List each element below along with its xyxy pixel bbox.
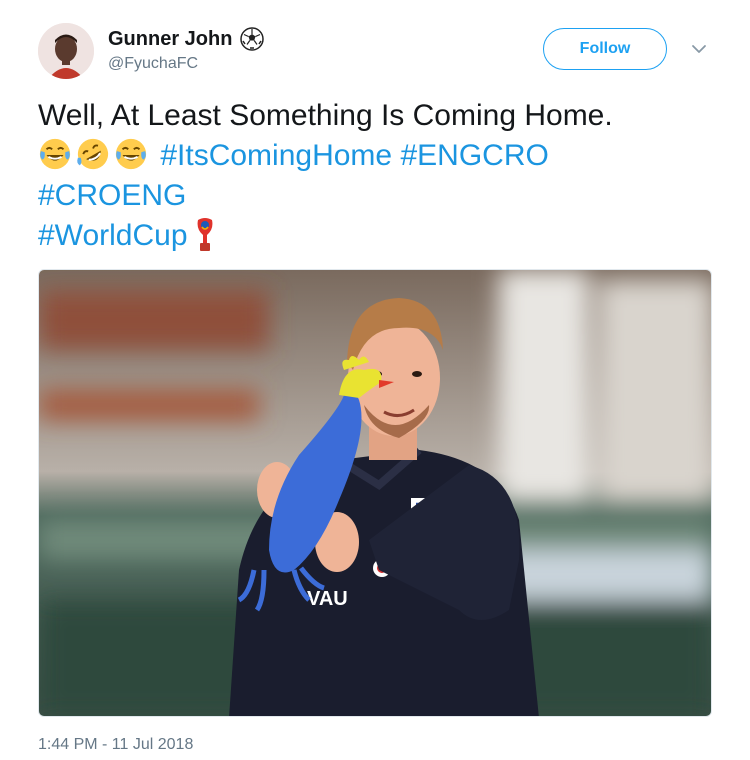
- follow-button[interactable]: Follow: [543, 28, 667, 70]
- tweet-body-text: Well, At Least Something Is Coming Home.: [38, 99, 613, 132]
- trophy-icon: [197, 218, 212, 251]
- jersey-sponsor-text: VAU: [307, 588, 348, 610]
- user-handle[interactable]: @FyuchaFC: [108, 55, 198, 73]
- user-display-name[interactable]: Gunner John: [108, 27, 265, 51]
- hashtag-croeng[interactable]: #CROENG: [38, 179, 186, 212]
- tweet-line-4: #WorldCup: [38, 216, 718, 256]
- tweet-media-photo[interactable]: VAU: [38, 269, 712, 717]
- tweet-line-2: #ItsComingHome #ENGCRO: [38, 136, 718, 176]
- tweet-text: Well, At Least Something Is Coming Home.: [38, 96, 718, 256]
- hashtag-worldcup[interactable]: #WorldCup: [38, 219, 188, 252]
- face-with-tears-of-joy-icon: [39, 138, 71, 170]
- tweet-line-3: #CROENG: [38, 176, 718, 216]
- soccer-ball-icon: [240, 27, 265, 51]
- display-name-text: Gunner John: [108, 27, 233, 50]
- tweet-timestamp[interactable]: 1:44 PM - 11 Jul 2018: [38, 736, 193, 754]
- chevron-down-icon[interactable]: [690, 40, 708, 58]
- face-with-tears-of-joy-icon: [115, 138, 147, 170]
- hashtag-engcro[interactable]: #ENGCRO: [400, 139, 548, 172]
- avatar[interactable]: [38, 23, 94, 79]
- photo-player-with-rubber-chicken: VAU: [39, 270, 711, 716]
- hashtag-itscominghome[interactable]: #ItsComingHome: [160, 139, 392, 172]
- rolling-on-the-floor-laughing-icon: [77, 138, 109, 170]
- avatar-image: [38, 23, 94, 79]
